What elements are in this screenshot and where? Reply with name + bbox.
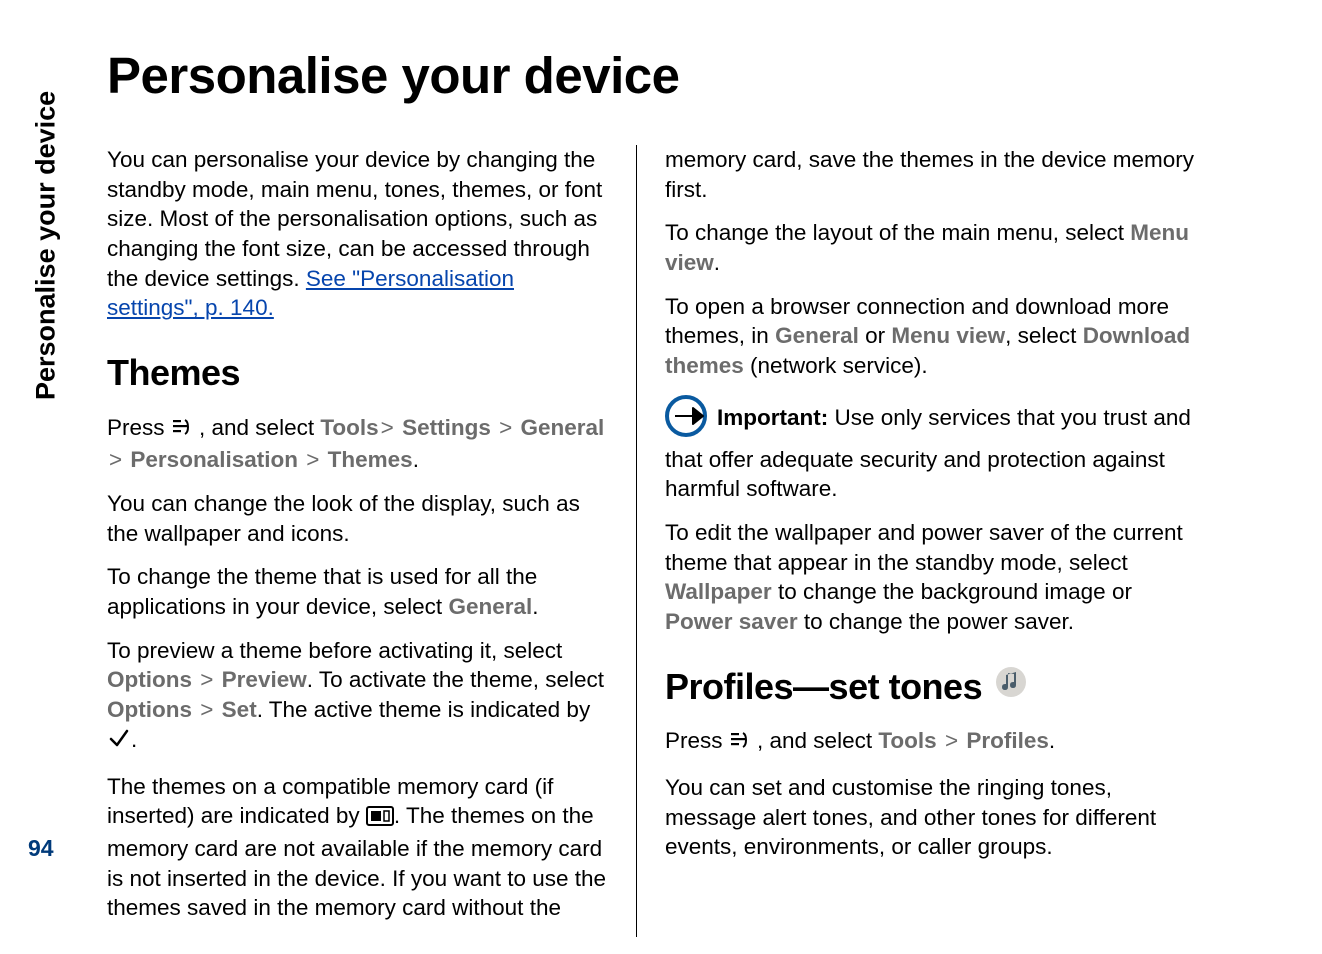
themes-preview-set: To preview a theme before activating it,… xyxy=(107,636,608,758)
separator: > xyxy=(198,667,215,692)
important-arrow-icon xyxy=(665,395,715,445)
checkmark-icon xyxy=(107,726,131,758)
text-b: . To activate the theme, select xyxy=(307,667,604,692)
separator: > xyxy=(304,447,321,472)
themes-memory-card: The themes on a compatible memory card (… xyxy=(107,772,608,923)
column-right: memory card, save the themes in the devi… xyxy=(637,145,1197,937)
end-dot: . xyxy=(714,250,720,275)
after-icon-text-2: , and select xyxy=(751,728,879,753)
themes-desc: You can change the look of the display, … xyxy=(107,489,608,548)
text-c: to change the power saver. xyxy=(798,609,1074,634)
text-c: . The active theme is indicated by xyxy=(257,697,591,722)
menu-set: Set xyxy=(222,697,257,722)
separator: > xyxy=(379,415,396,440)
menu-general: General xyxy=(521,415,605,440)
menu-preview: Preview xyxy=(222,667,307,692)
separator: > xyxy=(198,697,215,722)
page-number: 94 xyxy=(28,835,54,862)
profiles-path-paragraph: Press , and select Tools > Profiles. xyxy=(665,726,1197,759)
menu-view-paragraph: To change the layout of the main menu, s… xyxy=(665,218,1197,277)
themes-path-paragraph: Press , and select Tools> Settings > Gen… xyxy=(107,413,608,475)
text-b: to change the background image or xyxy=(772,579,1132,604)
menu-personalisation: Personalisation xyxy=(130,447,298,472)
end-dot: . xyxy=(131,727,137,752)
separator: > xyxy=(497,415,514,440)
menu-general-2: General xyxy=(775,323,859,348)
end-dot: . xyxy=(1049,728,1055,753)
text-a: To preview a theme before activating it,… xyxy=(107,638,562,663)
profiles-icon xyxy=(994,663,1028,711)
important-label: Important: xyxy=(717,405,828,430)
profiles-heading-text: Profiles—set tones xyxy=(665,663,982,711)
themes-heading: Themes xyxy=(107,349,608,397)
page-content: Personalise your device You can personal… xyxy=(107,46,1267,937)
menu-tools: Tools xyxy=(320,415,378,440)
menu-tools-2: Tools xyxy=(878,728,936,753)
memory-card-icon xyxy=(366,804,394,834)
profiles-desc: You can set and customise the ringing to… xyxy=(665,773,1197,862)
manual-page: Personalise your device 94 Personalise y… xyxy=(0,0,1322,954)
end-text: (network service). xyxy=(744,353,928,378)
download-themes-paragraph: To open a browser connection and downloa… xyxy=(665,292,1197,381)
intro-paragraph: You can personalise your device by chang… xyxy=(107,145,608,323)
menu-themes: Themes xyxy=(328,447,413,472)
menu-profiles: Profiles xyxy=(966,728,1049,753)
themes-change-general: To change the theme that is used for all… xyxy=(107,562,608,621)
end-dot: . xyxy=(413,447,419,472)
text-b: , select xyxy=(1005,323,1083,348)
menu-options-2: Options xyxy=(107,697,192,722)
separator: > xyxy=(943,728,960,753)
two-column-layout: You can personalise your device by chang… xyxy=(107,145,1267,937)
important-notice: Important: Use only services that you tr… xyxy=(665,395,1197,504)
separator: > xyxy=(107,447,124,472)
side-tab-label: Personalise your device xyxy=(26,30,66,400)
menu-options-1: Options xyxy=(107,667,192,692)
memory-continuation: memory card, save the themes in the devi… xyxy=(665,145,1197,204)
after-icon-text: , and select xyxy=(193,415,321,440)
text-a: To change the layout of the main menu, s… xyxy=(665,220,1130,245)
menu-key-icon-2 xyxy=(729,729,751,759)
text-a: To edit the wallpaper and power saver of… xyxy=(665,520,1183,575)
menu-general-inline: General xyxy=(448,594,532,619)
profiles-heading: Profiles—set tones xyxy=(665,663,1197,711)
column-left: You can personalise your device by chang… xyxy=(107,145,637,937)
menu-power-saver: Power saver xyxy=(665,609,798,634)
page-title: Personalise your device xyxy=(107,46,1267,105)
menu-settings: Settings xyxy=(402,415,491,440)
menu-key-icon xyxy=(171,416,193,446)
menu-menu-view-2: Menu view xyxy=(891,323,1005,348)
text-or: or xyxy=(859,323,892,348)
press-label-2: Press xyxy=(665,728,729,753)
menu-wallpaper: Wallpaper xyxy=(665,579,772,604)
end-dot: . xyxy=(532,594,538,619)
press-label: Press xyxy=(107,415,171,440)
wallpaper-powersaver-paragraph: To edit the wallpaper and power saver of… xyxy=(665,518,1197,637)
